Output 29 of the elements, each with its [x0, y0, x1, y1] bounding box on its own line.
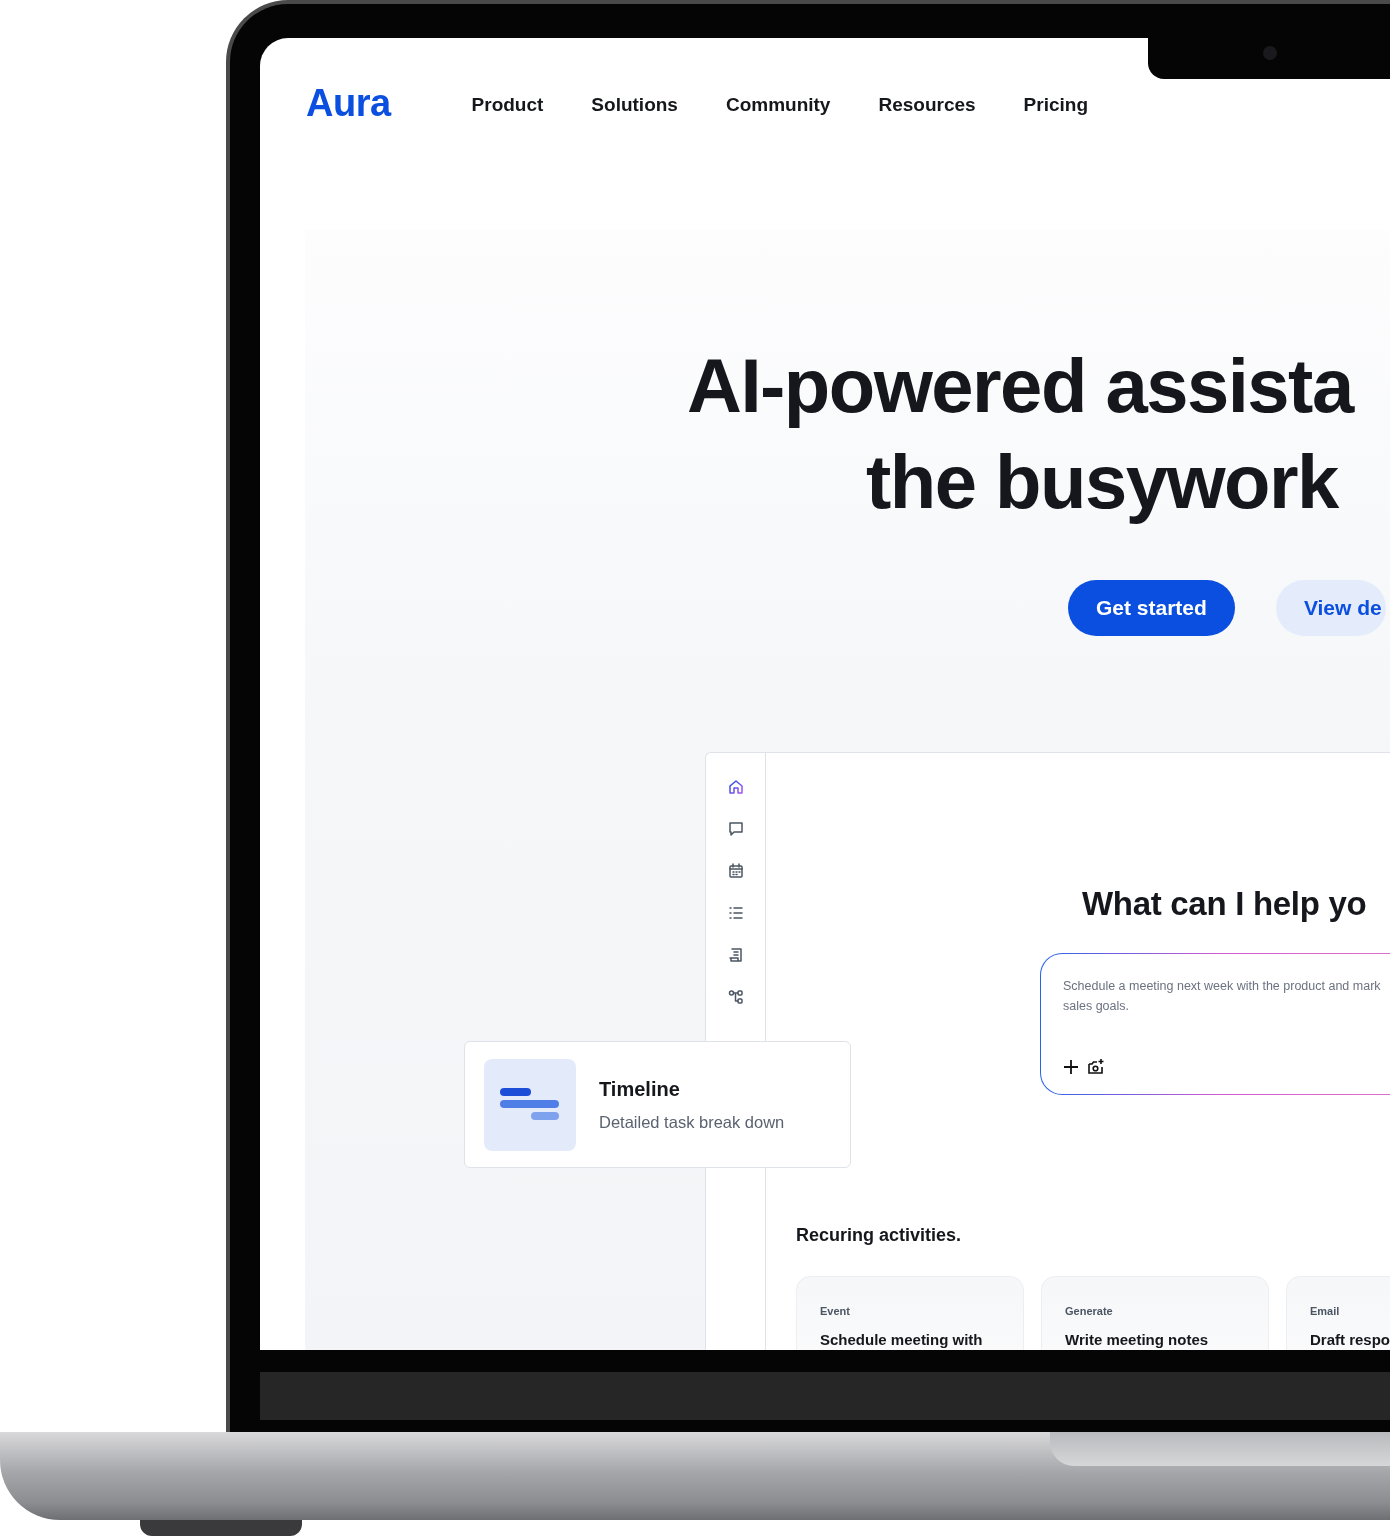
placeholder-text: sales goals. — [1063, 998, 1130, 1014]
activity-title: Schedule meeting with — [820, 1331, 983, 1348]
plus-icon[interactable] — [1063, 1059, 1079, 1075]
assistant-heading: What can I help yo — [1082, 885, 1368, 923]
demo-button[interactable]: View de — [1275, 580, 1386, 636]
placeholder-text: Schedule a meeting next week with the product and mark — [1063, 978, 1382, 994]
headline: the busywork — [866, 438, 1340, 526]
get-started-button[interactable]: Get started — [1068, 580, 1235, 636]
activity-card[interactable]: Event Schedule meeting with — [796, 1276, 1024, 1350]
nav-link[interactable]: Pricing — [1023, 94, 1088, 116]
nav-link[interactable]: Community — [725, 94, 831, 116]
feature-title: Timeline — [599, 1077, 681, 1101]
camera-icon[interactable] — [1087, 1058, 1105, 1076]
activity-category: Email — [1310, 1305, 1340, 1317]
prompt-field[interactable]: Schedule a meeting next week with the product and mark sales goals. — [1040, 953, 1390, 1095]
activity-card[interactable]: Email Draft respo — [1286, 1276, 1390, 1350]
headline: AI-powered assista — [687, 342, 1355, 430]
activity-title: Write meeting notes — [1065, 1331, 1209, 1348]
nav-link[interactable]: Product — [471, 94, 544, 116]
activity-category: Event — [820, 1305, 850, 1317]
activity-card[interactable]: Generate Write meeting notes — [1041, 1276, 1269, 1350]
feature-subtitle: Detailed task break down — [599, 1112, 785, 1132]
nav-link[interactable]: Solutions — [591, 94, 678, 116]
section-heading: Recuring activities. — [796, 1225, 963, 1246]
nav-link[interactable]: Resources — [878, 94, 976, 116]
timeline-icon — [484, 1058, 576, 1151]
logo[interactable]: Aura — [306, 81, 391, 125]
activity-category: Generate — [1065, 1305, 1113, 1317]
activity-title: Draft respo — [1310, 1331, 1390, 1348]
